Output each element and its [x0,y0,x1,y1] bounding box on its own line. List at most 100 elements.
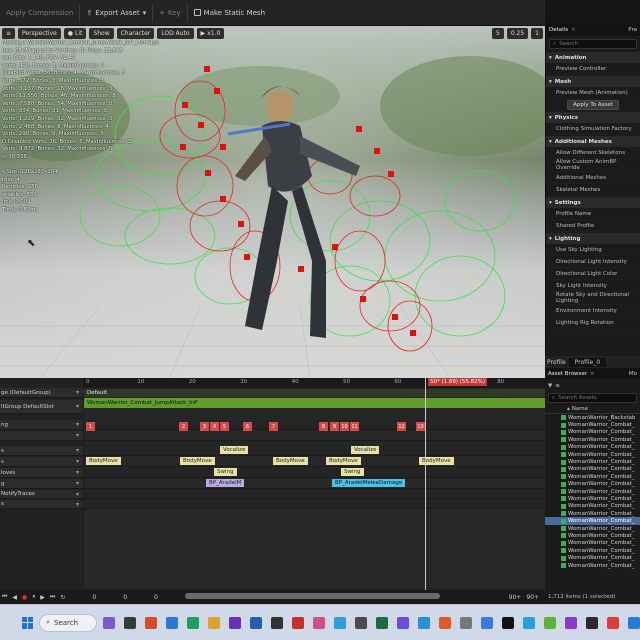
asset-search-input[interactable]: ⌕ Search Assets [548,393,637,403]
close-icon[interactable]: × [571,27,576,33]
explorer-icon[interactable] [208,616,220,629]
montage-section-marker[interactable]: 6 [243,422,252,431]
photos-icon[interactable] [313,616,325,629]
details-property-row[interactable]: Lighting Rig Rotation [546,317,640,329]
timeline-track-header[interactable]: g ▾ [0,479,83,489]
details-property-row[interactable]: Additional Meshes [546,172,640,184]
step-back-icon[interactable]: ◀ [12,594,17,601]
timeline-track-header[interactable]: loves ▾ [0,468,83,478]
loop-icon[interactable]: ↻ [60,594,65,601]
rotation-snap-button[interactable]: 0.25 [506,27,529,39]
chevron-down-icon[interactable]: ▾ [76,421,79,428]
details-section-header[interactable]: ▾ Settings [546,197,640,208]
preview-viewport[interactable]: ≡ Perspective ● Lit Show Character LOD Au… [0,26,545,378]
asset-list-item[interactable]: WomanWarrior_Combat_ [545,532,640,539]
asset-list-item[interactable]: WomanWarrior_Combat_ [545,510,640,517]
details-section-header[interactable]: ▾ Mesh [546,76,640,87]
notify-track-row[interactable] [84,500,545,509]
spotify-icon[interactable] [187,616,199,629]
timeline-track-area[interactable]: 01020304050607080 Default WomanWarrior_C… [84,378,545,604]
video-app-icon[interactable] [103,616,115,629]
filter-icon[interactable]: ▼ [548,383,552,389]
montage-section-marker[interactable]: 1 [86,422,95,431]
details-property-row[interactable]: Allow Different Skeletons [546,147,640,159]
office-app-icon[interactable] [145,616,157,629]
anim-notify-body-move[interactable]: BodyMove [273,457,308,465]
notify-track-row[interactable] [84,479,545,489]
notify-track-row[interactable] [84,457,545,467]
anim-notify-body-move[interactable]: BodyMove [180,457,215,465]
chevron-down-icon[interactable]: ▾ [76,403,79,410]
taskbar-search-box[interactable]: ⌕ Search [39,613,97,632]
timeline-track-header[interactable]: s ▾ [0,500,83,509]
anim-notify-body-move[interactable]: BodyMove [86,457,121,465]
grid-snap-button[interactable]: 1 [531,27,543,39]
notify-track-row[interactable] [84,431,545,441]
asset-list-item[interactable]: WomanWarrior_Combat_ [545,540,640,547]
details-property-row[interactable]: Allow Custom AnimBP Override [546,159,640,172]
close-icon[interactable]: × [590,371,595,377]
chevron-down-icon[interactable]: ▾ [76,458,79,465]
skip-forward-icon[interactable]: ⏭ [50,593,55,601]
app-icon[interactable] [292,616,304,629]
visual-studio-icon[interactable] [565,616,577,629]
perspective-button[interactable]: Perspective [18,27,61,39]
details-property-row[interactable]: Directional Light Color [546,268,640,280]
view-start-value[interactable]: 0 [123,594,127,601]
montage-section-marker[interactable]: 9 [330,422,339,431]
montage-section-marker[interactable]: 10 [340,422,349,431]
anim-notify-bp-aradel-full[interactable]: BP_AradelMeleeDamage [332,479,406,487]
details-property-row[interactable]: Preview Controller [546,63,640,75]
montage-section-marker[interactable]: 2 [179,422,188,431]
montage-section-marker[interactable]: 12 [397,422,406,431]
timeline-track-header[interactable]: ▾ [0,431,83,441]
asset-column-header[interactable]: ▴ Name [545,405,640,414]
montage-default-section[interactable]: Default [84,389,545,397]
lit-button[interactable]: ● Lit [63,27,87,39]
montage-section-marker[interactable]: 7 [269,422,278,431]
details-section-header[interactable]: ▾ Animation [546,52,640,63]
skype-icon[interactable] [523,616,535,629]
details-section-header[interactable]: ▾ Lighting [546,233,640,244]
profile-dropdown[interactable]: Profile_0 [568,357,607,367]
timeline-track-header[interactable]: s ▾ [0,457,83,467]
excel-icon[interactable] [376,616,388,629]
epic-games-icon[interactable] [502,616,514,629]
apply-to-asset-button[interactable]: Apply To Asset [567,99,619,110]
notify-track-row[interactable] [84,446,545,456]
asset-list-item[interactable]: WomanWarrior_Combat_ [545,503,640,510]
timeline-scrollbar[interactable] [185,593,440,599]
details-property-row[interactable]: Rotate Sky and Directional Lighting [546,292,640,305]
notify-track-row[interactable] [84,468,545,478]
anim-notify-vocalize[interactable]: Vocalize [220,446,249,454]
teams-icon[interactable] [481,616,493,629]
timeline-track-header[interactable]: ltGroup DefaultSlot ▾ [0,400,83,414]
store-icon[interactable] [418,616,430,629]
chrome-icon[interactable] [607,616,619,629]
notes-icon[interactable] [460,616,472,629]
chevron-down-icon[interactable]: ▾ [76,389,79,396]
asset-list-item[interactable]: WomanWarrior_Combat_ [545,525,640,532]
details-property-row[interactable]: Skeletal Meshes [546,184,640,196]
montage-section-marker[interactable]: 4 [210,422,219,431]
montage-segment[interactable]: WomanWarrior_Combat_JumpAttack_InP [84,398,545,408]
details-property-row[interactable]: Shared Profile [546,220,640,232]
details-property-row[interactable]: Directional Light Intensity [546,256,640,268]
terminal-icon[interactable] [271,616,283,629]
play-icon[interactable]: ▶ [40,594,45,601]
montage-section-marker[interactable]: 5 [220,422,229,431]
record-icon[interactable]: ● [22,594,27,601]
asset-list-item[interactable]: WomanWarrior_Combat_ [545,517,640,525]
tab-montage[interactable]: Mo [629,371,637,377]
files-app-icon[interactable] [124,616,136,629]
montage-section-marker[interactable]: 3 [200,422,209,431]
asset-list-item[interactable]: WomanWarrior_Combat_ [545,473,640,480]
timeline-track-header[interactable]: s ▾ [0,446,83,456]
edge-browser-icon[interactable] [166,616,178,629]
windows-start-icon[interactable] [22,616,34,629]
asset-list-item[interactable]: WomanWarrior_Combat_ [545,458,640,465]
lod-button[interactable]: LOD Auto [157,27,194,39]
details-section-header[interactable]: ▾ Additional Meshes [546,136,640,147]
montage-section-marker[interactable]: 11 [350,422,359,431]
timeline-track-header[interactable]: NotifyTraces ▾ [0,490,83,499]
